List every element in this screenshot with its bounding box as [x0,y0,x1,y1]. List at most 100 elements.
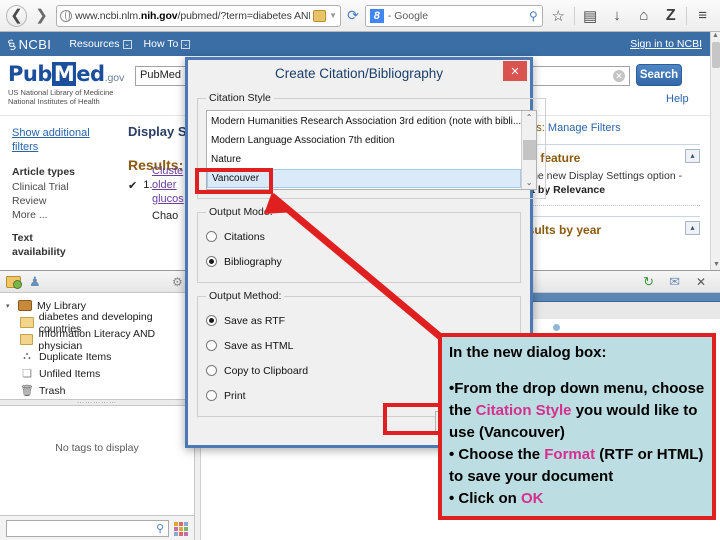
page-scrollbar[interactable]: ▲ ▼ [710,32,720,270]
style-option-mhra[interactable]: Modern Humanities Research Association 3… [207,112,521,131]
ncbi-menu-how-to[interactable]: How To ⌄ [144,38,191,50]
chevron-down-icon[interactable]: ▼ [329,11,337,20]
gear-icon[interactable]: ⚙ [172,275,183,289]
search-icon[interactable]: ⚲ [156,522,164,535]
help-link[interactable]: Help [666,93,689,105]
filters-sidebar: Show additional filters Article types Cl… [0,116,120,270]
facet-title-text: Text [12,232,33,244]
reload-icon[interactable]: ⟳ [345,7,361,24]
results-by-year-panel: esults by year ▴ [521,216,700,237]
folder-icon [20,334,34,345]
collection-label: Information Literacy AND physician [38,327,156,352]
scroll-down-icon[interactable]: ▼ [713,261,720,268]
facet-title-article-types: Article types [12,166,76,178]
radio-bibliography[interactable]: Bibliography [206,249,512,274]
unfiled-icon: ❏ [22,368,32,380]
output-mode-legend: Output Mode: [209,206,273,218]
tags-empty-label: No tags to display [55,442,139,454]
zotero-icon[interactable]: Z [659,4,682,28]
tag-selector: No tags to display [0,406,194,515]
close-icon[interactable]: ✕ [696,275,706,289]
screenshot-root: ❮ ❯ www.ncbi.nlm.nih.gov/pubmed/?term=di… [0,0,720,540]
manage-filters-link[interactable]: Manage Filters [548,122,621,134]
citation-style-legend: Citation Style [209,92,271,104]
radio-icon[interactable] [206,231,217,242]
radio-icon-selected[interactable] [206,315,217,326]
radio-icon[interactable] [206,340,217,351]
pubmed-search-button[interactable]: Search [636,64,682,86]
facet-item-review[interactable]: Review [12,194,112,208]
scroll-up-icon[interactable]: ▲ [711,32,720,39]
new-feature-title: ew feature [521,151,581,165]
style-option-nature[interactable]: Nature [207,150,521,169]
back-arrow-icon[interactable]: ❮ [6,4,28,27]
output-method-legend: Output Method: [209,290,282,302]
duplicates-icon: ⛬ [23,350,31,362]
collection-info-literacy[interactable]: Information Literacy AND physician [0,328,194,352]
collection-label: Unfiled Items [39,367,101,380]
pane-splitter[interactable]: ⋯⋯⋯⋯⋯ [0,399,194,407]
grid-icon[interactable] [174,521,188,536]
globe-icon [60,9,73,22]
result-checkbox[interactable]: ✔ [128,179,137,192]
scroll-up-icon[interactable]: ⌃ [526,113,533,122]
zotero-search-input[interactable]: ⚲ [6,520,169,537]
zotero-collections-list: ▾ My Library diabetes and developing cou… [0,293,194,399]
result-author: Chao [152,210,179,222]
browser-search-bar[interactable]: 8 - Google ⚲ [364,4,543,27]
chevron-down-icon: ⌄ [122,39,132,49]
pubmed-logo[interactable]: PubMed.gov US National Library of Medici… [8,62,125,106]
collapse-icon[interactable]: ▴ [685,149,700,163]
style-option-mla[interactable]: Modern Language Association 7th edition [207,131,521,150]
new-group-icon[interactable]: ♟ [29,274,41,290]
collection-unfiled-items[interactable]: ❏ Unfiled Items [0,365,194,382]
clear-icon[interactable]: ✕ [613,70,625,82]
reading-list-icon[interactable]: ▤ [579,4,602,28]
toolbar-divider-2 [686,6,688,25]
panel-divider [521,205,700,206]
browser-toolbar: ❮ ❯ www.ncbi.nlm.nih.gov/pubmed/?term=di… [0,0,720,32]
show-additional-filters-link[interactable]: Show additional filters [12,126,112,154]
new-feature-panel: ew feature ▴ y the new Display Settings … [521,144,700,206]
scroll-down-icon[interactable]: ⌄ [526,178,533,187]
bookmark-star-icon[interactable]: ☆ [547,4,570,28]
sign-in-link[interactable]: Sign in to NCBI [630,38,702,50]
url-bar[interactable]: www.ncbi.nlm.nih.gov/pubmed/?term=diabet… [56,4,342,27]
ncbi-menu-resources[interactable]: Resources ⌄ [69,38,132,50]
scroll-thumb[interactable] [522,140,536,160]
search-icon[interactable]: ⚲ [529,9,538,23]
mail-icon[interactable]: ✉ [669,274,680,290]
sync-icon[interactable]: ↻ [643,274,654,290]
ncbi-logo[interactable]: § NCBI [6,36,51,53]
twisty-icon[interactable]: ▾ [6,302,13,310]
radio-icon[interactable] [206,365,217,376]
attachment-indicator-icon [553,324,560,331]
forward-arrow-icon[interactable]: ❯ [31,5,52,27]
radio-label: Save as RTF [224,314,286,327]
ncbi-header-bar: § NCBI Resources ⌄ How To ⌄ Sign in to NCBI [0,32,710,56]
download-icon[interactable]: ↓ [606,4,629,28]
menu-icon[interactable]: ≡ [691,4,714,28]
callout-bullet-2: • Choose the Format (RTF or HTML) to sav… [449,446,704,485]
pubmed-search-input[interactable]: ✕ [520,66,630,86]
facet-item-clinical-trial[interactable]: Clinical Trial [12,180,112,194]
chevron-down-icon: ⌄ [181,39,191,49]
pubmed-tagline: US National Library of Medicine National… [8,88,114,106]
instruction-callout: In the new dialog box: •From the drop do… [438,333,716,520]
feed-icon[interactable] [313,9,327,22]
home-icon[interactable]: ⌂ [632,4,655,28]
radio-icon[interactable] [206,390,217,401]
facet-item-more[interactable]: More ... [12,208,112,222]
style-list-scrollbar[interactable]: ⌃ ⌄ [521,111,537,189]
collection-trash[interactable]: 🗑 Trash [0,382,194,399]
collection-label: Trash [39,384,66,397]
radio-save-as-rtf[interactable]: Save as RTF [206,308,512,333]
scroll-thumb[interactable] [712,42,720,68]
url-text: www.ncbi.nlm.nih.gov/pubmed/?term=diabet… [75,9,310,22]
close-icon[interactable]: ✕ [503,61,527,81]
toolbar-divider [573,6,575,25]
radio-citations[interactable]: Citations [206,224,512,249]
collapse-icon-2[interactable]: ▴ [685,221,700,235]
new-collection-icon[interactable] [6,275,22,289]
radio-icon-selected[interactable] [206,256,217,267]
